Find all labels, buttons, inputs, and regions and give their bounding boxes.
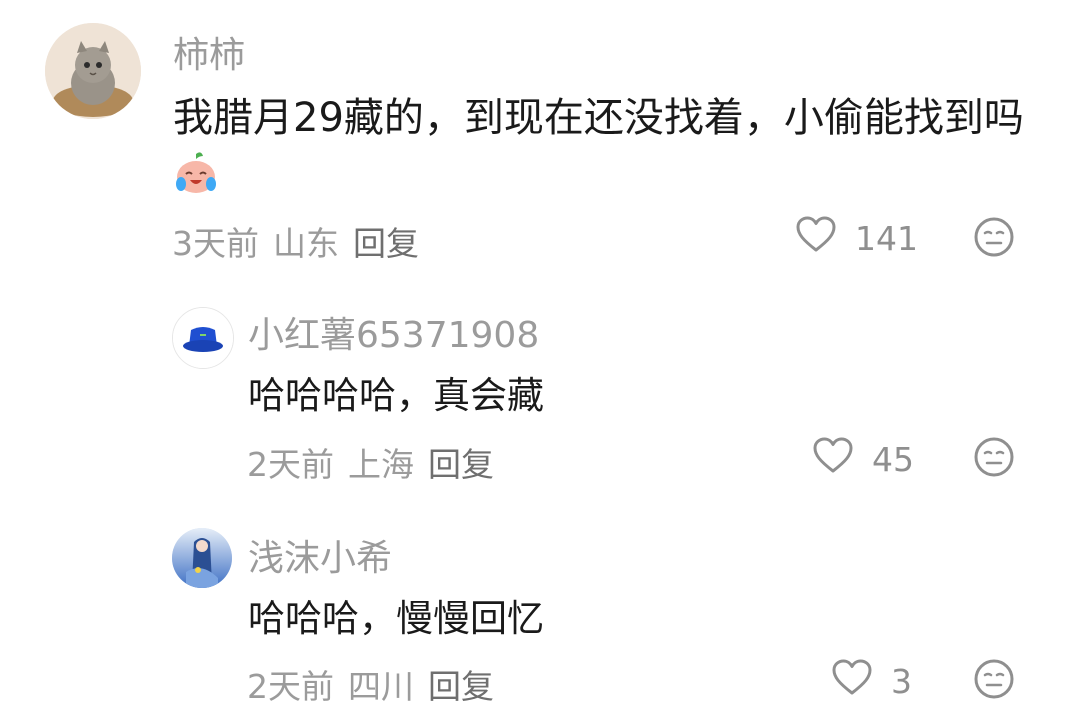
comment-text-content: 我腊月29藏的，到现在还没找着，小偷能找到吗 [173, 95, 1024, 141]
like-button[interactable]: 3 [831, 658, 912, 704]
comment-meta: 2天前 上海 回复 [247, 438, 508, 486]
reply-button[interactable]: 回复 [428, 445, 494, 484]
reply-button[interactable]: 回复 [428, 667, 494, 706]
username[interactable]: 浅沫小希 [248, 529, 392, 581]
heart-icon [795, 215, 837, 261]
comment-time: 2天前 [247, 667, 334, 706]
neutral-face-icon[interactable] [973, 436, 1015, 482]
comment-item: 柿柿 我腊月29藏的，到现在还没找着，小偷能找到吗 3天前 山东 回复 141 [0, 0, 1080, 280]
neutral-face-icon[interactable] [973, 216, 1015, 262]
comment-time: 3天前 [172, 224, 259, 263]
avatar-anime-girl[interactable] [172, 528, 232, 588]
avatar-blue-hat[interactable] [172, 307, 234, 369]
neutral-face-icon[interactable] [973, 658, 1015, 704]
reply-item: 浅沫小希 哈哈哈，慢慢回忆 2天前 四川 回复 3 [0, 515, 1080, 719]
like-count: 45 [872, 439, 914, 479]
reply-button[interactable]: 回复 [353, 224, 419, 263]
comment-location: 山东 [273, 224, 339, 263]
reply-item: 小红薯65371908 哈哈哈哈，真会藏 2天前 上海 回复 45 [0, 290, 1080, 490]
comment-text: 哈哈哈哈，真会藏 [248, 374, 544, 417]
comment-meta: 3天前 山东 回复 [172, 217, 433, 265]
comment-text: 我腊月29藏的，到现在还没找着，小偷能找到吗 [173, 89, 1033, 213]
comment-meta: 2天前 四川 回复 [247, 660, 508, 708]
like-button[interactable]: 141 [795, 215, 918, 261]
comment-text: 哈哈哈，慢慢回忆 [248, 597, 544, 640]
like-count: 3 [891, 661, 912, 701]
username[interactable]: 小红薯65371908 [248, 306, 539, 358]
like-count: 141 [855, 218, 918, 258]
comment-location: 上海 [348, 445, 414, 484]
like-button[interactable]: 45 [812, 436, 914, 482]
comment-location: 四川 [348, 667, 414, 706]
heart-icon [812, 436, 854, 482]
heart-icon [831, 658, 873, 704]
username[interactable]: 柿柿 [173, 26, 245, 78]
crying-laughing-peach-emoji-icon [173, 150, 219, 213]
comment-time: 2天前 [247, 445, 334, 484]
avatar-cat[interactable] [45, 23, 141, 119]
